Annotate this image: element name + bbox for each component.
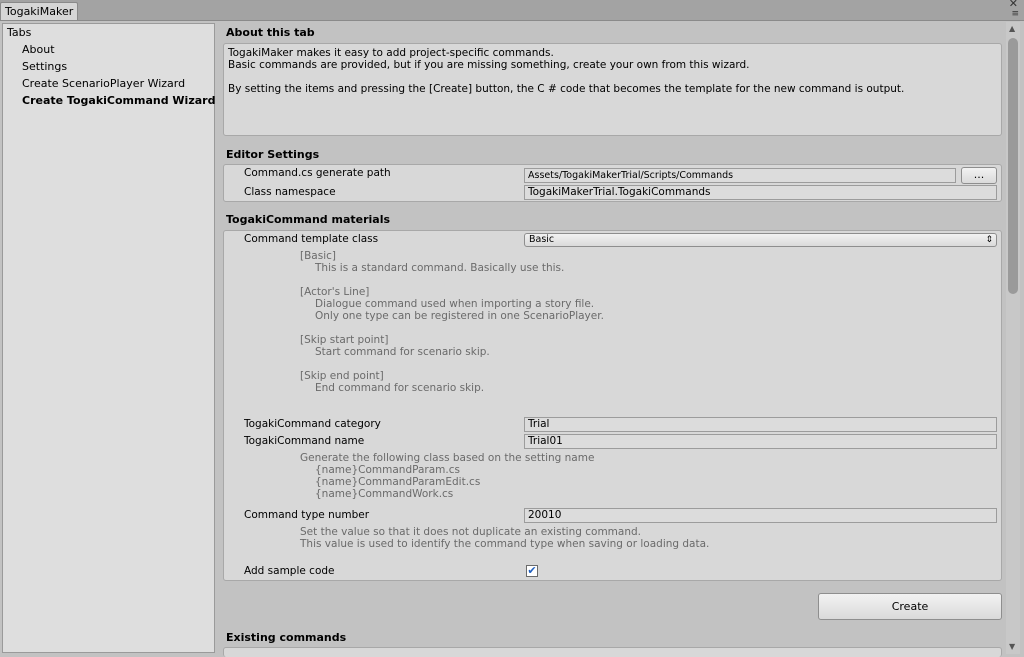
generate-path-label: Command.cs generate path (244, 167, 391, 179)
scrollbar-thumb[interactable] (1008, 38, 1018, 294)
about-line-3: By setting the items and pressing the [C… (228, 83, 905, 95)
window-tab[interactable]: TogakiMaker (0, 2, 78, 20)
generate-note: Generate the following class based on th… (300, 452, 595, 464)
sidebar-item-about[interactable]: About (22, 43, 55, 56)
namespace-label: Class namespace (244, 186, 336, 198)
namespace-field[interactable]: TogakiMakerTrial.TogakiCommands (524, 185, 997, 200)
materials-title: TogakiCommand materials (226, 213, 391, 226)
editor-settings-title: Editor Settings (226, 148, 320, 161)
sidebar: Tabs About Settings Create ScenarioPlaye… (2, 23, 215, 653)
sidebar-item-create-scenarioplayer-wizard[interactable]: Create ScenarioPlayer Wizard (22, 77, 185, 90)
skip-end-heading: [Skip end point] (300, 370, 384, 382)
type-number-note-1: Set the value so that it does not duplic… (300, 526, 642, 538)
dropdown-arrow-icon: ⇕ (985, 235, 993, 245)
existing-commands-box (223, 647, 1002, 657)
existing-commands-title: Existing commands (226, 631, 347, 644)
sidebar-item-settings[interactable]: Settings (22, 60, 67, 73)
window-titlebar (0, 0, 1024, 21)
generate-file-1: {name}CommandParam.cs (315, 464, 460, 476)
browse-path-button[interactable]: ... (961, 167, 997, 184)
actor-line-description-1: Dialogue command used when importing a s… (315, 298, 595, 310)
about-line-1: TogakiMaker makes it easy to add project… (228, 47, 554, 59)
sidebar-header: Tabs (7, 26, 32, 39)
skip-end-description: End command for scenario skip. (315, 382, 485, 394)
sidebar-item-create-togakicommand-wizard[interactable]: Create TogakiCommand Wizard (22, 94, 215, 107)
generate-file-2: {name}CommandParamEdit.cs (315, 476, 481, 488)
template-class-label: Command template class (244, 233, 379, 245)
category-label: TogakiCommand category (244, 418, 381, 430)
template-class-value: Basic (529, 234, 555, 245)
checkmark-icon: ✔ (527, 564, 537, 577)
create-button[interactable]: Create (818, 593, 1002, 620)
command-name-label: TogakiCommand name (244, 435, 365, 447)
about-box: TogakiMaker makes it easy to add project… (223, 43, 1002, 136)
about-line-2: Basic commands are provided, but if you … (228, 59, 750, 71)
skip-start-description: Start command for scenario skip. (315, 346, 490, 358)
scroll-down-icon[interactable]: ▼ (1009, 642, 1015, 651)
generate-path-field[interactable]: Assets/TogakiMakerTrial/Scripts/Commands (524, 168, 956, 183)
actor-line-heading: [Actor's Line] (300, 286, 370, 298)
template-class-dropdown[interactable]: Basic ⇕ (524, 233, 997, 247)
category-field[interactable]: Trial (524, 417, 997, 432)
sample-code-checkbox[interactable]: ✔ (526, 565, 538, 577)
skip-start-heading: [Skip start point] (300, 334, 389, 346)
menu-icon[interactable]: ≡ (1011, 9, 1019, 19)
command-name-field[interactable]: Trial01 (524, 434, 997, 449)
type-number-label: Command type number (244, 509, 370, 521)
type-number-note-2: This value is used to identify the comma… (300, 538, 710, 550)
generate-file-3: {name}CommandWork.cs (315, 488, 454, 500)
actor-line-description-2: Only one type can be registered in one S… (315, 310, 604, 322)
sample-code-label: Add sample code (244, 565, 335, 577)
scroll-up-icon[interactable]: ▲ (1009, 24, 1015, 33)
type-number-field[interactable]: 20010 (524, 508, 997, 523)
basic-heading: [Basic] (300, 250, 336, 262)
basic-description: This is a standard command. Basically us… (315, 262, 565, 274)
about-title: About this tab (226, 26, 315, 39)
